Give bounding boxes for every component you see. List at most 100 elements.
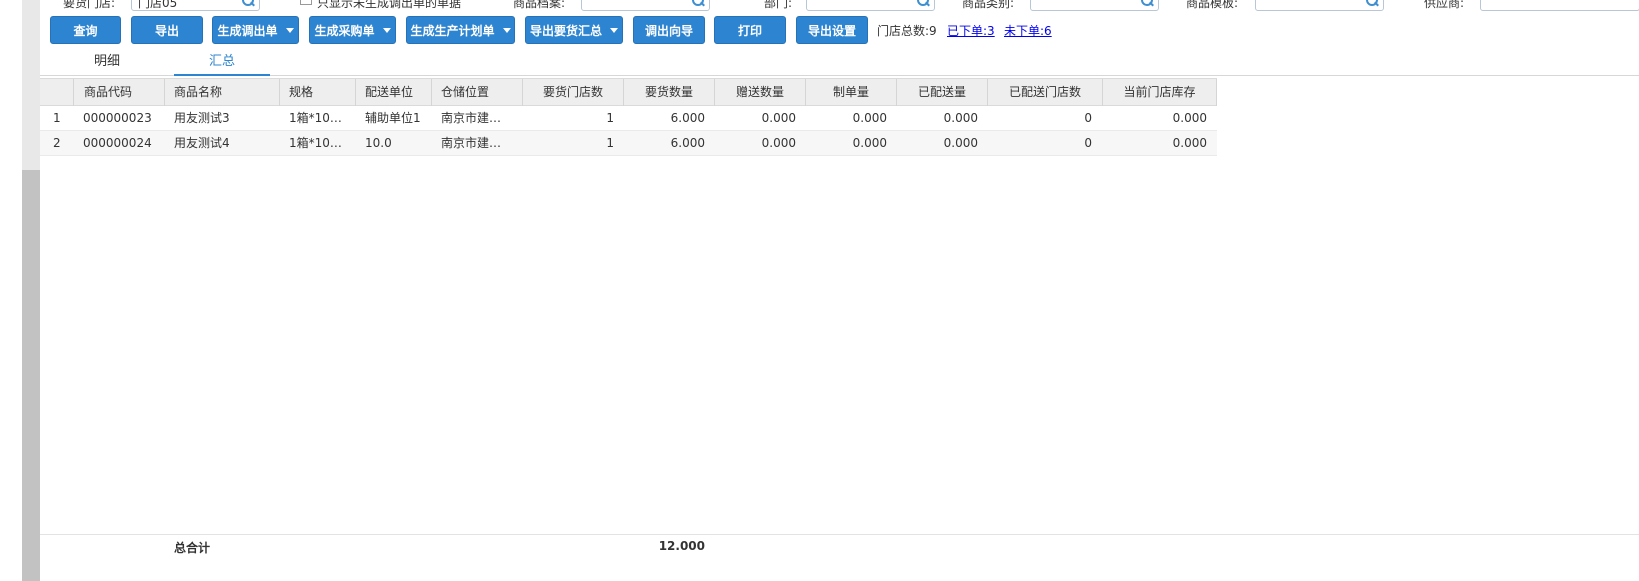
cell-made: 0.000 xyxy=(852,111,887,125)
cell-stock: 0.000 xyxy=(1172,136,1207,150)
checkbox-label: 只显示未生成调出单的单据 xyxy=(317,0,462,10)
cell-delivered: 0.000 xyxy=(943,111,978,125)
not-ordered-link[interactable]: 未下单:6 xyxy=(1004,22,1052,39)
department-label: 部门: xyxy=(764,0,793,10)
export-summary-button[interactable]: 导出要货汇总 xyxy=(525,16,623,44)
header-delivered[interactable]: 已配送量 xyxy=(897,79,988,106)
gen-purchase-button[interactable]: 生成采购单 xyxy=(309,16,396,44)
header-delivered-stores[interactable]: 已配送门店数 xyxy=(988,79,1103,106)
product-category-input[interactable] xyxy=(1030,0,1159,11)
side-scrollbar-thumb[interactable] xyxy=(22,170,40,581)
product-category-filter: 商品类别: xyxy=(962,0,1014,12)
cell-location: 南京市建… xyxy=(441,136,502,150)
tab-detail[interactable]: 明细 xyxy=(59,50,155,76)
filter-row: 要货门店: 门店05 只显示未生成调出单的单据 商品档案: 部门: 商品类别: … xyxy=(40,0,1639,14)
cell-gift: 0.000 xyxy=(761,111,796,125)
product-template-filter: 商品模板: xyxy=(1186,0,1238,12)
export-settings-button[interactable]: 导出设置 xyxy=(796,16,868,44)
view-tabs: 明细 汇总 xyxy=(40,50,1639,76)
print-button-label: 打印 xyxy=(737,23,762,38)
checkbox-label-wrap: 只显示未生成调出单的单据 xyxy=(317,0,461,12)
table-row[interactable]: 2 000000024 用友测试4 1箱*10… 10.0 南京市建… 1 6.… xyxy=(40,131,1217,156)
export-summary-label: 导出要货汇总 xyxy=(529,23,602,38)
gen-transfer-button[interactable]: 生成调出单 xyxy=(212,16,299,44)
unissued-only-checkbox[interactable] xyxy=(300,0,312,5)
cell-gift: 0.000 xyxy=(761,136,796,150)
header-unit[interactable]: 配送单位 xyxy=(356,79,432,106)
header-location[interactable]: 仓储位置 xyxy=(432,79,523,106)
export-settings-label: 导出设置 xyxy=(807,23,856,38)
query-button[interactable]: 查询 xyxy=(50,16,121,44)
cell-delivered: 0.000 xyxy=(943,136,978,150)
gen-production-label: 生成生产计划单 xyxy=(410,23,495,38)
product-file-input[interactable] xyxy=(581,0,710,11)
grid-header: 商品代码 商品名称 规格 配送单位 仓储位置 要货门店数 要货数量 赠送数量 制… xyxy=(40,78,1217,106)
cell-code: 000000023 xyxy=(83,111,152,125)
table-row[interactable]: 1 000000023 用友测试3 1箱*10… 辅助单位1 南京市建… 1 6… xyxy=(40,106,1217,131)
ordered-link[interactable]: 已下单:3 xyxy=(947,22,995,39)
header-spec[interactable]: 规格 xyxy=(280,79,356,106)
supplier-input[interactable] xyxy=(1480,0,1639,11)
header-index xyxy=(40,79,74,106)
header-qty[interactable]: 要货数量 xyxy=(624,79,715,106)
gen-production-button[interactable]: 生成生产计划单 xyxy=(406,16,515,44)
gen-purchase-label: 生成采购单 xyxy=(314,23,375,38)
store-filter-label: 要货门店: xyxy=(63,0,116,10)
transfer-wizard-label: 调出向导 xyxy=(644,23,693,38)
cell-made: 0.000 xyxy=(852,136,887,150)
search-icon[interactable] xyxy=(916,0,930,8)
cell-code: 000000024 xyxy=(83,136,152,150)
cell-unit: 10.0 xyxy=(365,136,392,150)
search-icon[interactable] xyxy=(1365,0,1379,8)
cell-delivered-stores: 0 xyxy=(1084,136,1092,150)
chevron-down-icon xyxy=(382,27,391,33)
header-gift[interactable]: 赠送数量 xyxy=(715,79,806,106)
product-file-label: 商品档案: xyxy=(513,0,566,10)
footer-total-label: 总合计 xyxy=(174,541,211,555)
chevron-down-icon xyxy=(285,27,294,33)
export-button-label: 导出 xyxy=(154,23,179,38)
store-total-text: 门店总数:9 xyxy=(877,24,937,38)
row-index: 1 xyxy=(53,111,61,125)
department-filter: 部门: xyxy=(764,0,792,12)
cell-stock: 0.000 xyxy=(1172,111,1207,125)
export-button[interactable]: 导出 xyxy=(131,16,203,44)
cell-name: 用友测试4 xyxy=(174,136,230,150)
header-name[interactable]: 商品名称 xyxy=(165,79,280,106)
store-input[interactable]: 门店05 xyxy=(131,0,260,11)
toolbar: 查询 导出 生成调出单 生成采购单 生成生产计划单 导出要货汇总 调出向导 打印… xyxy=(40,16,1639,44)
gen-transfer-label: 生成调出单 xyxy=(217,23,278,38)
search-icon[interactable] xyxy=(691,0,705,8)
search-icon[interactable] xyxy=(241,0,255,8)
header-code[interactable]: 商品代码 xyxy=(74,79,165,106)
store-filter: 要货门店: xyxy=(63,0,115,12)
cell-name: 用友测试3 xyxy=(174,111,230,125)
department-input[interactable] xyxy=(806,0,935,11)
query-button-label: 查询 xyxy=(73,23,98,38)
cell-qty: 6.000 xyxy=(670,136,705,150)
transfer-wizard-button[interactable]: 调出向导 xyxy=(633,16,705,44)
header-stock[interactable]: 当前门店库存 xyxy=(1103,79,1217,106)
cell-spec: 1箱*10… xyxy=(289,111,342,125)
chevron-down-icon xyxy=(610,27,618,33)
cell-spec: 1箱*10… xyxy=(289,136,342,150)
cell-qty: 6.000 xyxy=(670,111,705,125)
chevron-down-icon xyxy=(502,27,511,33)
footer-total-qty: 12.000 xyxy=(658,539,705,553)
cell-unit: 辅助单位1 xyxy=(365,111,421,125)
tab-summary[interactable]: 汇总 xyxy=(174,50,270,76)
supplier-filter: 供应商: xyxy=(1424,0,1464,12)
supplier-label: 供应商: xyxy=(1424,0,1465,10)
header-made[interactable]: 制单量 xyxy=(806,79,897,106)
product-category-label: 商品类别: xyxy=(962,0,1015,10)
cell-store-count: 1 xyxy=(606,136,614,150)
row-index: 2 xyxy=(53,136,61,150)
search-icon[interactable] xyxy=(1140,0,1154,8)
product-template-input[interactable] xyxy=(1255,0,1384,11)
print-button[interactable]: 打印 xyxy=(714,16,786,44)
footer-divider xyxy=(40,534,1639,535)
cell-store-count: 1 xyxy=(606,111,614,125)
header-store-count[interactable]: 要货门店数 xyxy=(523,79,624,106)
product-file-filter: 商品档案: xyxy=(513,0,565,12)
cell-location: 南京市建… xyxy=(441,111,502,125)
